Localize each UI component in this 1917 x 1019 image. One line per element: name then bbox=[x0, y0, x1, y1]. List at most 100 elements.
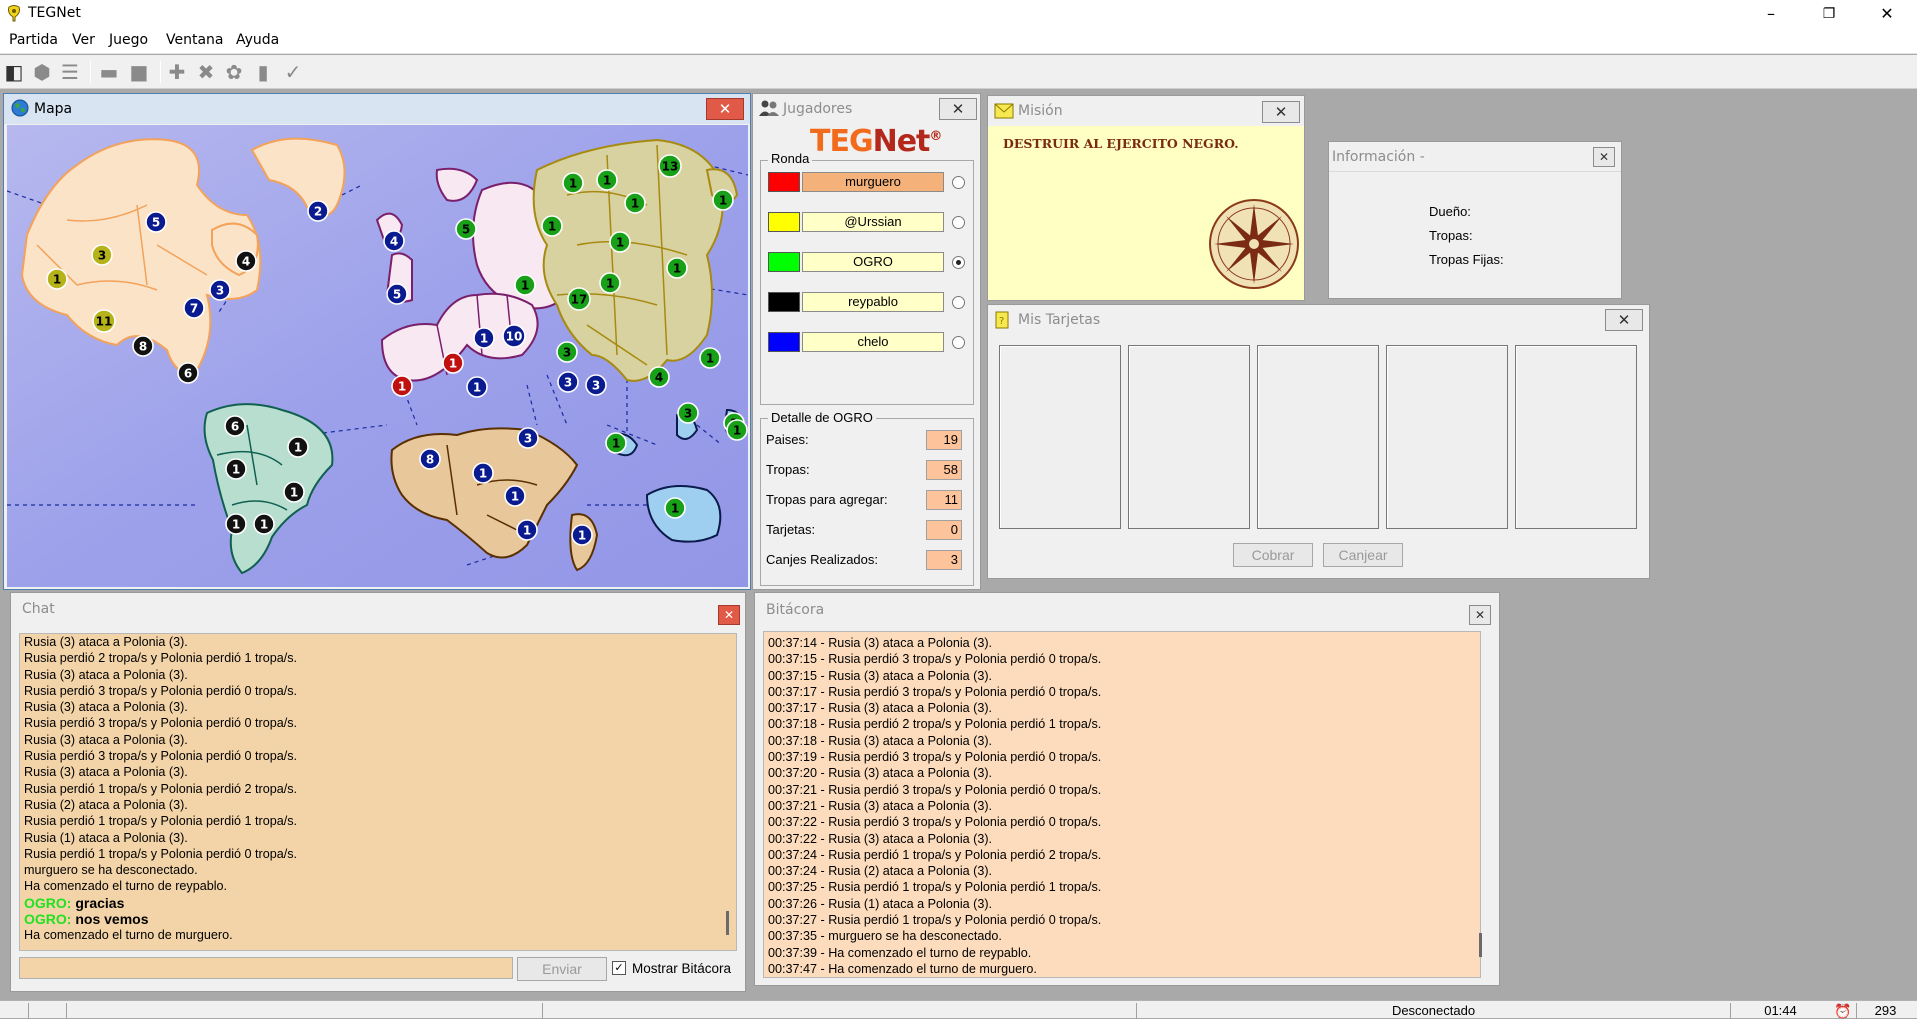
army-marker[interactable]: 1 bbox=[466, 376, 488, 398]
army-marker[interactable]: 10 bbox=[502, 324, 526, 348]
mission-close-button[interactable]: ✕ bbox=[1262, 101, 1300, 123]
army-marker[interactable]: 5 bbox=[145, 211, 167, 233]
army-marker[interactable]: 1 bbox=[726, 419, 748, 441]
player-row[interactable]: @Urssian bbox=[766, 211, 965, 233]
army-marker[interactable]: 1 bbox=[253, 513, 275, 535]
army-marker[interactable]: 1 bbox=[609, 231, 631, 253]
army-marker[interactable]: 1 bbox=[516, 519, 538, 541]
card-slot-1[interactable] bbox=[999, 345, 1121, 529]
army-marker[interactable]: 1 bbox=[514, 274, 536, 296]
maximize-button[interactable]: ❐ bbox=[1800, 0, 1858, 28]
army-marker[interactable]: 4 bbox=[648, 366, 670, 388]
menu-juego[interactable]: Juego bbox=[109, 32, 148, 48]
army-marker[interactable]: 5 bbox=[455, 218, 477, 240]
collect-button[interactable]: Cobrar bbox=[1233, 543, 1313, 567]
army-marker[interactable]: 1 bbox=[283, 481, 305, 503]
army-marker[interactable]: 1 bbox=[571, 524, 593, 546]
card-icon[interactable]: ▮ bbox=[250, 59, 276, 85]
menu-ver[interactable]: Ver bbox=[72, 32, 95, 48]
army-marker[interactable]: 1 bbox=[442, 352, 464, 374]
army-marker[interactable]: 17 bbox=[567, 287, 591, 311]
svg-text:1: 1 bbox=[473, 381, 481, 395]
army-marker[interactable]: 1 bbox=[624, 192, 646, 214]
army-marker[interactable]: 3 bbox=[557, 371, 579, 393]
menu-ventana[interactable]: Ventana bbox=[166, 32, 224, 48]
log-scrollbar[interactable] bbox=[1479, 933, 1482, 957]
attack-icon[interactable]: ✖ bbox=[193, 59, 219, 85]
army-marker[interactable]: 3 bbox=[209, 279, 231, 301]
army-marker[interactable]: 1 bbox=[504, 485, 526, 507]
minimize-button[interactable]: – bbox=[1742, 0, 1800, 28]
army-marker[interactable]: 5 bbox=[386, 283, 408, 305]
player-row[interactable]: OGRO bbox=[766, 251, 965, 273]
player-radio[interactable] bbox=[952, 256, 965, 269]
player-radio[interactable] bbox=[952, 296, 965, 309]
army-marker[interactable]: 4 bbox=[383, 230, 405, 252]
menu-ayuda[interactable]: Ayuda bbox=[236, 32, 279, 48]
log-close-button[interactable]: ✕ bbox=[1469, 605, 1491, 625]
regroup-icon[interactable]: ✿ bbox=[221, 59, 247, 85]
army-marker[interactable]: 1 bbox=[287, 436, 309, 458]
army-marker[interactable]: 1 bbox=[225, 458, 247, 480]
army-marker[interactable]: 8 bbox=[132, 335, 154, 357]
army-marker[interactable]: 13 bbox=[658, 154, 682, 178]
army-marker[interactable]: 1 bbox=[666, 257, 688, 279]
list-icon[interactable]: ☰ bbox=[57, 59, 83, 85]
army-marker[interactable]: 1 bbox=[225, 513, 247, 535]
show-log-checkbox[interactable]: ✓ bbox=[612, 961, 626, 975]
army-marker[interactable]: 1 bbox=[541, 215, 563, 237]
card-slot-5[interactable] bbox=[1515, 345, 1637, 529]
start-icon[interactable]: ⬢ bbox=[29, 59, 55, 85]
map-close-button[interactable]: ✕ bbox=[706, 98, 744, 120]
cards-close-button[interactable]: ✕ bbox=[1605, 309, 1643, 331]
army-marker[interactable]: 1 bbox=[473, 327, 495, 349]
army-marker[interactable]: 1 bbox=[46, 268, 68, 290]
world-map[interactable]: 523 4137118661111 14551 1011 11 1113111111173… bbox=[7, 125, 748, 587]
close-window-button[interactable]: ✕ bbox=[1858, 0, 1916, 28]
army-marker[interactable]: 8 bbox=[419, 448, 441, 470]
army-marker[interactable]: 1 bbox=[699, 347, 721, 369]
player-radio[interactable] bbox=[952, 216, 965, 229]
info-close-button[interactable]: ✕ bbox=[1593, 147, 1615, 167]
chat-close-button[interactable]: ✕ bbox=[718, 605, 740, 625]
army-marker[interactable]: 3 bbox=[517, 427, 539, 449]
army-marker[interactable]: 3 bbox=[677, 402, 699, 424]
army-marker[interactable]: 1 bbox=[472, 462, 494, 484]
player-row[interactable]: reypablo bbox=[766, 291, 965, 313]
send-button[interactable]: Enviar bbox=[517, 957, 607, 981]
army-marker[interactable]: 1 bbox=[712, 189, 734, 211]
chat-scrollbar[interactable] bbox=[726, 911, 729, 935]
player-radio[interactable] bbox=[952, 336, 965, 349]
card-slot-3[interactable] bbox=[1257, 345, 1379, 529]
menu-partida[interactable]: Partida bbox=[9, 32, 58, 48]
players-close-button[interactable]: ✕ bbox=[939, 98, 977, 120]
card-slot-4[interactable] bbox=[1386, 345, 1508, 529]
army-marker[interactable]: 2 bbox=[307, 200, 329, 222]
army-marker[interactable]: 6 bbox=[177, 362, 199, 384]
stop-icon[interactable]: ■ bbox=[126, 59, 152, 85]
flag-icon[interactable]: ▬ bbox=[96, 59, 122, 85]
player-row[interactable]: chelo bbox=[766, 331, 965, 353]
army-marker[interactable]: 1 bbox=[562, 172, 584, 194]
army-marker[interactable]: 3 bbox=[585, 374, 607, 396]
exchange-button[interactable]: Canjear bbox=[1323, 543, 1403, 567]
chat-input[interactable] bbox=[19, 957, 513, 979]
connect-icon[interactable]: ◧ bbox=[1, 59, 27, 85]
army-marker[interactable]: 3 bbox=[91, 244, 113, 266]
player-row[interactable]: murguero bbox=[766, 171, 965, 193]
player-radio[interactable] bbox=[952, 176, 965, 189]
army-marker[interactable]: 1 bbox=[605, 432, 627, 454]
svg-text:1: 1 bbox=[616, 236, 624, 250]
army-marker[interactable]: 3 bbox=[556, 341, 578, 363]
army-marker[interactable]: 11 bbox=[92, 309, 116, 333]
army-marker[interactable]: 1 bbox=[391, 375, 413, 397]
end-turn-icon[interactable]: ✓ bbox=[280, 59, 306, 85]
army-marker[interactable]: 1 bbox=[664, 497, 686, 519]
card-slot-2[interactable] bbox=[1128, 345, 1250, 529]
army-marker[interactable]: 1 bbox=[596, 169, 618, 191]
army-marker[interactable]: 4 bbox=[235, 250, 257, 272]
army-marker[interactable]: 7 bbox=[183, 297, 205, 319]
army-marker[interactable]: 1 bbox=[599, 272, 621, 294]
add-army-icon[interactable]: ✚ bbox=[164, 59, 190, 85]
army-marker[interactable]: 6 bbox=[224, 415, 246, 437]
